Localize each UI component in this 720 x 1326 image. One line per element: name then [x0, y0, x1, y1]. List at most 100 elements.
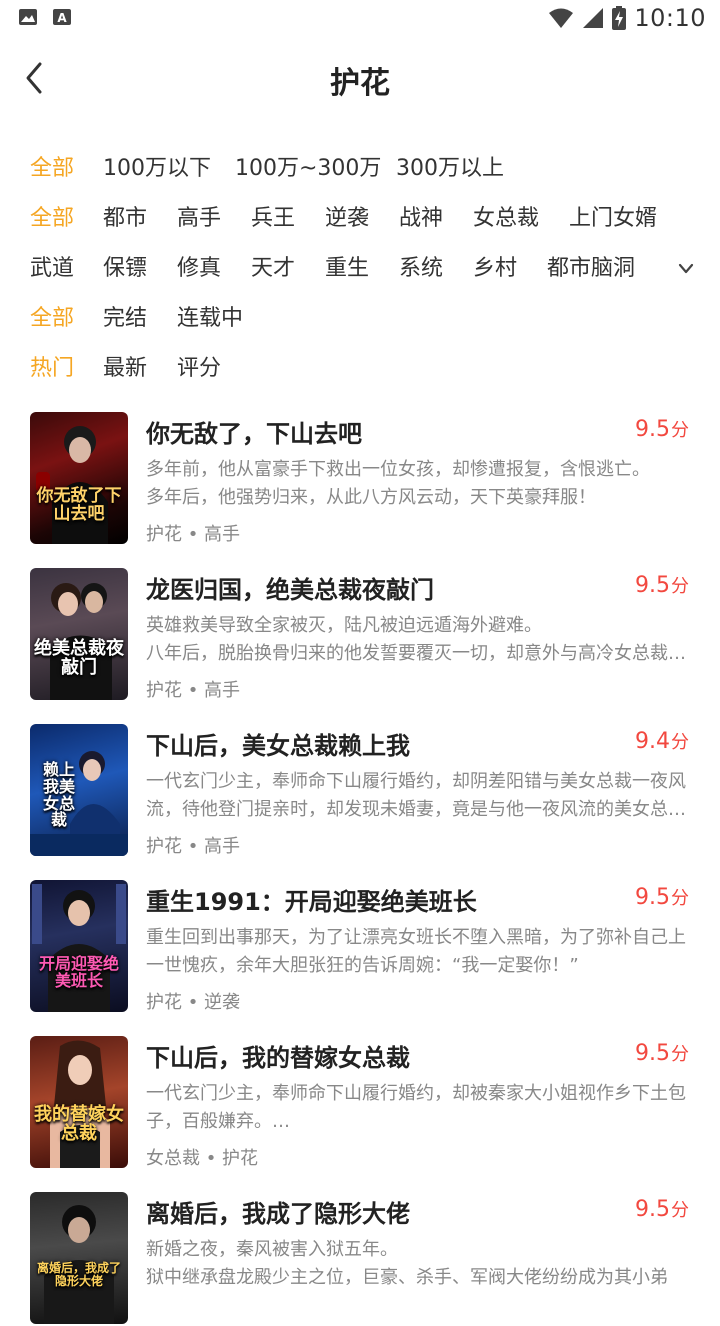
filter-category-urban-fantasy[interactable]: 都市脑洞: [547, 249, 635, 289]
filter-category-genius[interactable]: 天才: [251, 249, 295, 289]
book-cover[interactable]: 我的替嫁女总裁: [30, 1036, 128, 1168]
filter-category-cultivation[interactable]: 修真: [177, 249, 221, 289]
filter-row-status: 全部 完结 连载中: [30, 299, 710, 339]
book-cover[interactable]: 绝美总裁夜敲门: [30, 568, 128, 700]
cover-title-text: 绝美总裁夜敲门: [34, 638, 124, 678]
description-line: 多年后，他强势归来，从此八方风云动，天下英豪拜服！: [146, 487, 596, 508]
book-score: 9.5分: [635, 1196, 689, 1222]
cover-art-figure: [36, 426, 108, 544]
filter-category-all[interactable]: 全部: [30, 199, 74, 239]
filter-category-soldier-king[interactable]: 兵王: [251, 199, 295, 239]
cover-art-figure: [50, 1040, 110, 1168]
book-title[interactable]: 下山后，我的替嫁女总裁: [146, 1038, 410, 1073]
book-item[interactable]: 开局迎娶绝美班长 重生1991：开局迎娶绝美班长 9.5分 重生回到出事那天，为…: [30, 880, 695, 1014]
cover-art-figure: [50, 583, 112, 700]
book-description: 多年前，他从富豪手下救出一位女孩，却惨遭报复，含恨逃亡。 多年后，他强势归来，从…: [146, 456, 691, 512]
score-value: 9.5: [635, 417, 670, 442]
book-cover[interactable]: 开局迎娶绝美班长: [30, 880, 128, 1012]
book-score: 9.4分: [635, 728, 689, 754]
book-description: 重生回到出事那天，为了让漂亮女班长不堕入黑暗，为了弥补自己上 一世愧疚，余年大胆…: [146, 924, 691, 980]
description-line: 狱中继承盘龙殿少主之位，巨豪、杀手、军阀大佬纷纷成为其小弟: [146, 1267, 668, 1288]
score-value: 9.4: [635, 729, 670, 754]
book-title[interactable]: 你无敌了，下山去吧: [146, 414, 362, 449]
book-tags: 护花 • 高手: [146, 680, 241, 701]
filter-word-count-all[interactable]: 全部: [30, 149, 74, 189]
book-description: 英雄救美导致全家被灭，陆凡被迫远遁海外避难。 八年后，脱胎换骨归来的他发誓要覆灭…: [146, 612, 691, 668]
filter-category-son-in-law[interactable]: 上门女婿: [569, 199, 657, 239]
filter-row-category: 全部 都市 高手 兵王 逆袭 战神 女总裁 上门女婿: [30, 199, 710, 239]
description-line: 新婚之夜，秦风被害入狱五年。: [146, 1239, 398, 1260]
book-cover[interactable]: 赖上我美女总裁: [30, 724, 128, 856]
description-line: 多年前，他从富豪手下救出一位女孩，却惨遭报复，含恨逃亡。: [146, 459, 650, 480]
description-line: 八年后，脱胎换骨归来的他发誓要覆灭一切，却意外与高冷女总裁…: [146, 643, 686, 664]
cellular-signal-icon: [583, 8, 604, 28]
book-description: 新婚之夜，秦风被害入狱五年。 狱中继承盘龙殿少主之位，巨豪、杀手、军阀大佬纷纷成…: [146, 1236, 691, 1292]
filter-category-system[interactable]: 系统: [399, 249, 443, 289]
description-line: 重生回到出事那天，为了让漂亮女班长不堕入黑暗，为了弥补自己上: [146, 927, 686, 948]
svg-text:A: A: [57, 11, 67, 25]
filter-word-count-1m-3m[interactable]: 100万~300万: [235, 149, 381, 189]
cover-title-text: 赖上我美女总裁: [42, 760, 75, 830]
filter-category-comeback[interactable]: 逆袭: [325, 199, 369, 239]
book-tags: 女总裁 • 护花: [146, 1148, 259, 1169]
book-title[interactable]: 离婚后，我成了隐形大佬: [146, 1194, 410, 1229]
book-description: 一代玄门少主，奉师命下山履行婚约，却阴差阳错与美女总裁一夜风 流，待他登门提亲时…: [146, 768, 691, 824]
filter-category-martial[interactable]: 武道: [30, 249, 74, 289]
book-title[interactable]: 龙医归国，绝美总裁夜敲门: [146, 570, 434, 605]
filter-word-count-under-1m[interactable]: 100万以下: [103, 149, 211, 189]
filter-category-war-god[interactable]: 战神: [399, 199, 443, 239]
sort-newest[interactable]: 最新: [103, 349, 147, 389]
battery-charging-icon: [612, 6, 627, 30]
book-cover[interactable]: 你无敌了下山去吧: [30, 412, 128, 544]
book-item[interactable]: 我的替嫁女总裁 下山后，我的替嫁女总裁 9.5分 一代玄门少主，奉师命下山履行婚…: [30, 1036, 695, 1170]
book-score: 9.5分: [635, 1040, 689, 1066]
filter-status-ongoing[interactable]: 连载中: [177, 299, 243, 339]
filter-word-count-over-3m[interactable]: 300万以上: [396, 149, 504, 189]
cover-art-figure: [32, 884, 126, 1012]
filter-status-completed[interactable]: 完结: [103, 299, 147, 339]
filter-category-master[interactable]: 高手: [177, 199, 221, 239]
book-score: 9.5分: [635, 884, 689, 910]
description-line: 子，百般嫌弃。…: [146, 1111, 290, 1132]
book-title[interactable]: 重生1991：开局迎娶绝美班长: [146, 882, 477, 917]
filter-row-sort: 热门 最新 评分: [30, 349, 710, 389]
page-title: 护花: [330, 66, 390, 101]
score-value: 9.5: [635, 1041, 670, 1066]
filter-category-urban[interactable]: 都市: [103, 199, 147, 239]
clock: 10:10: [634, 4, 706, 32]
description-line: 流，待他登门提亲时，却发现未婚妻，竟是与他一夜风流的美女总…: [146, 799, 686, 820]
filter-status-all[interactable]: 全部: [30, 299, 74, 339]
filter-row-category-more: 武道 保镖 修真 天才 重生 系统 乡村 都市脑洞: [30, 249, 710, 289]
score-unit: 分: [671, 888, 689, 909]
score-value: 9.5: [635, 1197, 670, 1222]
filter-category-bodyguard[interactable]: 保镖: [103, 249, 147, 289]
cover-title-text: 你无敌了下山去吧: [36, 486, 122, 524]
description-line: 英雄救美导致全家被灭，陆凡被迫远遁海外避难。: [146, 615, 542, 636]
book-tags: 护花 • 逆袭: [146, 992, 241, 1013]
book-item[interactable]: 赖上我美女总裁 下山后，美女总裁赖上我 9.4分 一代玄门少主，奉师命下山履行婚…: [30, 724, 695, 858]
filter-category-rebirth[interactable]: 重生: [325, 249, 369, 289]
book-item[interactable]: 你无敌了下山去吧 你无敌了，下山去吧 9.5分 多年前，他从富豪手下救出一位女孩…: [30, 412, 695, 546]
status-bar: A 10:10: [0, 0, 720, 36]
score-unit: 分: [671, 1200, 689, 1221]
filter-category-female-ceo[interactable]: 女总裁: [473, 199, 539, 239]
book-tags: 护花 • 高手: [146, 836, 241, 857]
sort-rating[interactable]: 评分: [177, 349, 221, 389]
book-title[interactable]: 下山后，美女总裁赖上我: [146, 726, 410, 761]
chevron-down-icon[interactable]: [676, 261, 696, 277]
filter-category-village[interactable]: 乡村: [473, 249, 517, 289]
score-unit: 分: [671, 576, 689, 597]
book-description: 一代玄门少主，奉师命下山履行婚约，却被秦家大小姐视作乡下土包 子，百般嫌弃。…: [146, 1080, 691, 1136]
score-unit: 分: [671, 420, 689, 441]
sort-popular[interactable]: 热门: [30, 349, 74, 389]
image-notification-icon: [19, 9, 37, 25]
description-line: 一代玄门少主，奉师命下山履行婚约，却阴差阳错与美女总裁一夜风: [146, 771, 686, 792]
score-value: 9.5: [635, 573, 670, 598]
book-item[interactable]: 离婚后，我成了隐形大佬 离婚后，我成了隐形大佬 9.5分 新婚之夜，秦风被害入狱…: [30, 1192, 695, 1326]
cover-title-text: 离婚后，我成了隐形大佬: [36, 1261, 121, 1288]
book-tags: 护花 • 高手: [146, 524, 241, 545]
cover-art-figure: [44, 1205, 114, 1324]
book-cover[interactable]: 离婚后，我成了隐形大佬: [30, 1192, 128, 1324]
score-unit: 分: [671, 1044, 689, 1065]
book-item[interactable]: 绝美总裁夜敲门 龙医归国，绝美总裁夜敲门 9.5分 英雄救美导致全家被灭，陆凡被…: [30, 568, 695, 702]
